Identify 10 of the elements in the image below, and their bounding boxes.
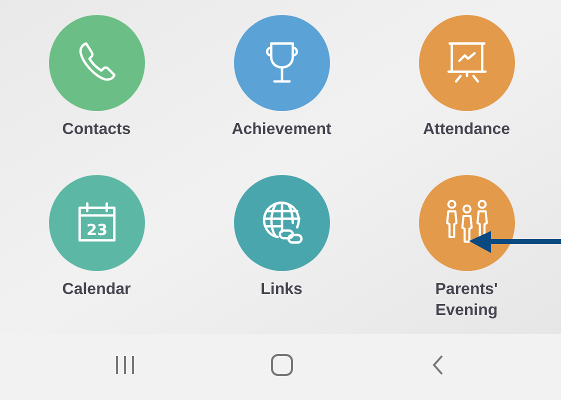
app-label: Attendance — [422, 120, 512, 140]
app-label: Parents' Evening — [434, 280, 499, 320]
app-label: Links — [260, 280, 304, 300]
app-label: Contacts — [61, 120, 132, 140]
recent-apps-icon[interactable] — [114, 355, 136, 375]
app-label: Achievement — [230, 120, 332, 140]
back-icon[interactable] — [432, 354, 444, 376]
app-tile-button[interactable]: 23 — [48, 174, 144, 270]
app-label: Calendar — [61, 280, 132, 300]
home-icon[interactable] — [271, 354, 294, 376]
